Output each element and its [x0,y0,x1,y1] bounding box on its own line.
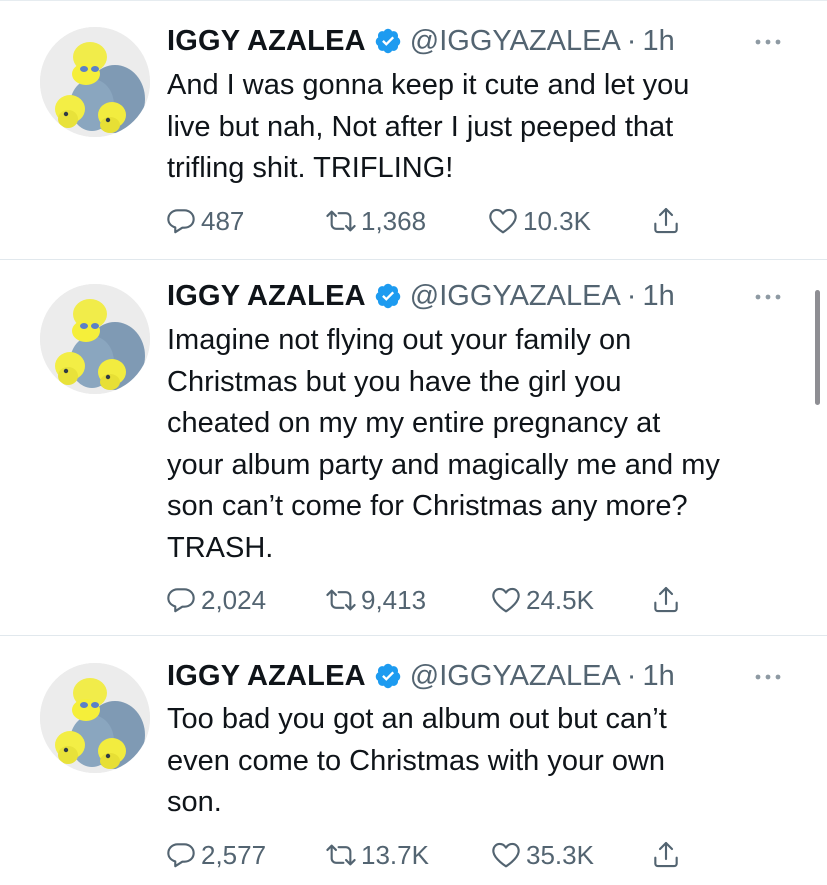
like-count: 10.3K [523,205,591,236]
more-options-icon[interactable] [750,32,786,52]
tweet[interactable]: IGGY AZALEA @IGGYAZALEA · 1h And I was g… [0,0,827,260]
tweet-text-line: live but nah, Not after I just peeped th… [167,110,674,143]
avatar[interactable] [40,284,150,394]
retweet-count: 13.7K [361,839,429,870]
share-icon [650,205,682,237]
tweet-text: And I was gonna keep it cute and let you… [167,65,807,190]
like-count: 35.3K [526,839,594,870]
separator-dot: · [626,279,637,312]
heart-icon [490,839,522,871]
user-handle[interactable]: @IGGYAZALEA [410,280,621,313]
tweet-text-line: TRASH. [167,531,274,564]
retweet-count: 9,413 [361,584,427,615]
like-button[interactable]: 35.3K [490,837,594,873]
like-count: 24.5K [526,584,594,615]
avatar[interactable] [40,663,150,773]
reply-icon [165,205,197,237]
retweet-count: 1,368 [361,205,427,236]
reply-button[interactable]: 487 [165,203,244,239]
separator-dot: · [626,659,637,692]
tweet-text-line: even come to Christmas with your own [167,744,666,777]
tweet-actions: 2,577 13.7K 35.3K [165,837,705,873]
reply-count: 2,024 [201,584,267,615]
tweet-actions: 2,024 9,413 24.5K [165,582,705,618]
reply-count: 2,577 [201,839,267,870]
display-name[interactable]: IGGY AZALEA [167,25,366,58]
more-options-icon[interactable] [750,667,786,687]
timestamp[interactable]: 1h [642,280,674,313]
tweet-header: IGGY AZALEA @IGGYAZALEA · 1h [167,276,827,316]
share-icon [650,839,682,871]
verified-badge-icon [374,27,402,55]
tweet[interactable]: IGGY AZALEA @IGGYAZALEA · 1h Too bad you… [0,636,827,885]
display-name[interactable]: IGGY AZALEA [167,660,366,693]
share-button[interactable] [650,582,682,618]
timestamp[interactable]: 1h [642,660,674,693]
tweet-text-line: your album party and magically me and my [167,448,720,481]
display-name[interactable]: IGGY AZALEA [167,280,366,313]
reply-button[interactable]: 2,577 [165,837,266,873]
like-button[interactable]: 24.5K [490,582,594,618]
retweet-button[interactable]: 1,368 [325,203,426,239]
retweet-icon [325,584,357,616]
separator-dot: · [626,24,637,57]
tweet-text-line: son. [167,786,222,818]
retweet-button[interactable]: 9,413 [325,582,426,618]
share-button[interactable] [650,203,682,239]
tweet-header: IGGY AZALEA @IGGYAZALEA · 1h [167,656,827,696]
verified-badge-icon [374,282,402,310]
tweet-text-line: son can’t come for Christmas any more? [167,490,688,522]
reply-icon [165,584,197,616]
timestamp[interactable]: 1h [642,25,674,58]
tweet[interactable]: IGGY AZALEA @IGGYAZALEA · 1h Imagine not… [0,260,827,636]
heart-icon [490,584,522,616]
reply-button[interactable]: 2,024 [165,582,266,618]
tweet-actions: 487 1,368 10.3K [165,203,705,239]
tweet-text-line: trifling shit. TRIFLING! [167,152,454,184]
avatar[interactable] [40,27,150,137]
reply-count: 487 [201,205,245,236]
tweet-text-line: Too bad you got an album out but can’t [167,703,667,735]
retweet-button[interactable]: 13.7K [325,837,429,873]
tweet-text-line: And I was gonna keep it cute and let you [167,69,690,101]
heart-icon [487,205,519,237]
reply-icon [165,839,197,871]
share-button[interactable] [650,837,682,873]
tweet-text-line: cheated on my my entire pregnancy at [167,407,661,439]
tweet-text: Imagine not flying out your family on Ch… [167,320,807,569]
tweet-text-line: Imagine not flying out your family on [167,324,632,356]
retweet-icon [325,205,357,237]
verified-badge-icon [374,662,402,690]
tweet-text: Too bad you got an album out but can’t e… [167,699,807,824]
user-handle[interactable]: @IGGYAZALEA [410,25,621,58]
share-icon [650,584,682,616]
tweet-text-line: Christmas but you have the girl you [167,365,622,398]
retweet-icon [325,839,357,871]
user-handle[interactable]: @IGGYAZALEA [410,660,621,693]
like-button[interactable]: 10.3K [487,203,591,239]
more-options-icon[interactable] [750,287,786,307]
tweet-header: IGGY AZALEA @IGGYAZALEA · 1h [167,21,827,61]
